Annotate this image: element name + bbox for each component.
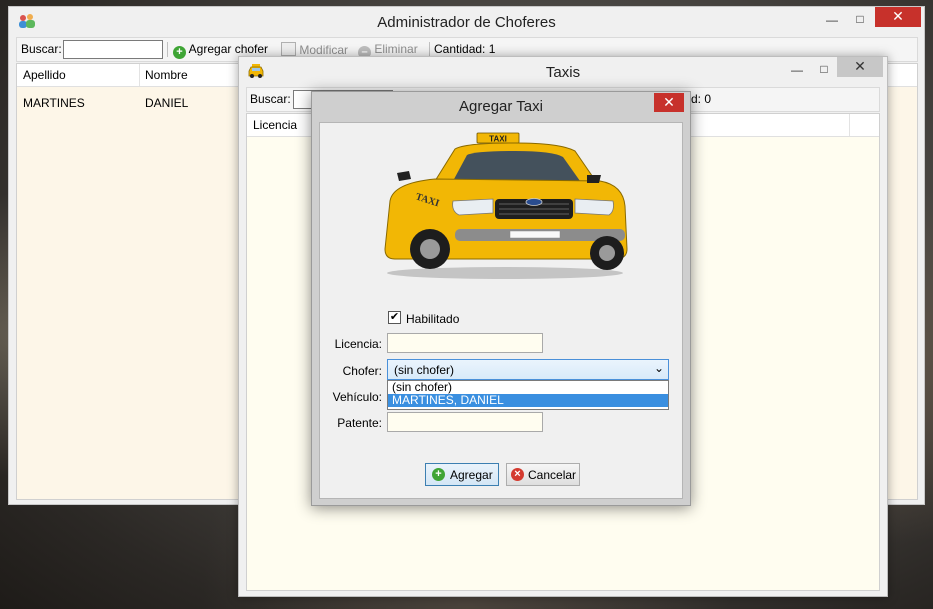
delete-driver-label: Eliminar <box>374 42 418 56</box>
license-input[interactable] <box>387 333 543 353</box>
plus-circle-icon: + <box>173 46 186 59</box>
driver-select-value: (sin chofer) <box>394 363 455 377</box>
maximize-icon[interactable]: □ <box>810 60 838 80</box>
dialog-body: TAXI TAXI ✔ Habilitado Licencia: Chofer:… <box>319 122 683 499</box>
column-header-nombre[interactable]: Nombre <box>145 68 188 82</box>
taxi-sign-text: TAXI <box>489 135 507 144</box>
table-row[interactable]: MARTINES DANIEL <box>17 88 247 110</box>
plate-label: Patente: <box>337 416 382 430</box>
taxi-count: d: 0 <box>691 92 712 106</box>
enabled-checkbox[interactable]: ✔ <box>388 311 401 324</box>
driver-select[interactable]: (sin chofer) ⌄ <box>387 359 669 380</box>
modify-driver-button[interactable]: Modificar <box>281 42 348 57</box>
main-window-title: Administrador de Choferes <box>377 14 556 31</box>
search-input[interactable] <box>63 40 163 59</box>
cancel-button-label: Cancelar <box>528 468 577 482</box>
toolbar-separator <box>167 42 168 57</box>
vehicle-label: Vehículo: <box>332 390 382 404</box>
add-taxi-dialog: Agregar Taxi ✕ TAXI TAXI ✔ Habilitado Li… <box>311 91 691 506</box>
cell-nombre: DANIEL <box>145 96 189 110</box>
close-icon[interactable]: ✕ <box>837 57 883 77</box>
add-driver-label: Agregar chofer <box>188 42 269 56</box>
add-button-label: Agregar <box>450 468 493 482</box>
column-divider[interactable] <box>139 64 140 86</box>
edit-icon <box>281 42 296 56</box>
plate-input[interactable] <box>387 412 543 432</box>
driver-option-selected[interactable]: MARTINES, DANIEL <box>388 394 668 407</box>
driver-dropdown-list[interactable]: (sin chofer) MARTINES, DANIEL <box>387 380 669 410</box>
minimize-icon[interactable]: — <box>818 11 846 31</box>
column-header-apellido[interactable]: Apellido <box>23 68 66 82</box>
close-icon[interactable]: ✕ <box>654 93 684 112</box>
driver-count: Cantidad: 1 <box>434 42 496 56</box>
column-header-licencia[interactable]: Licencia <box>253 118 297 132</box>
taxi-image: TAXI TAXI <box>375 131 635 281</box>
cancel-button[interactable]: × Cancelar <box>506 463 580 486</box>
chevron-down-icon[interactable]: ⌄ <box>654 361 664 375</box>
search-label: Buscar: <box>250 92 291 106</box>
license-label: Licencia: <box>334 337 382 351</box>
column-divider[interactable] <box>849 114 850 136</box>
toolbar-separator <box>429 42 430 57</box>
add-button[interactable]: + Agregar <box>425 463 499 486</box>
minimize-icon[interactable]: — <box>783 61 811 81</box>
maximize-icon[interactable]: □ <box>846 10 874 30</box>
modify-driver-label: Modificar <box>299 43 349 57</box>
enabled-label: Habilitado <box>406 312 460 326</box>
search-label: Buscar: <box>21 42 62 56</box>
driver-label: Chofer: <box>342 364 382 378</box>
plus-circle-icon: + <box>432 468 445 481</box>
x-circle-icon: × <box>511 468 524 481</box>
close-icon[interactable]: ✕ <box>875 7 921 27</box>
dialog-title: Agregar Taxi <box>459 98 543 115</box>
cell-apellido: MARTINES <box>23 96 85 110</box>
